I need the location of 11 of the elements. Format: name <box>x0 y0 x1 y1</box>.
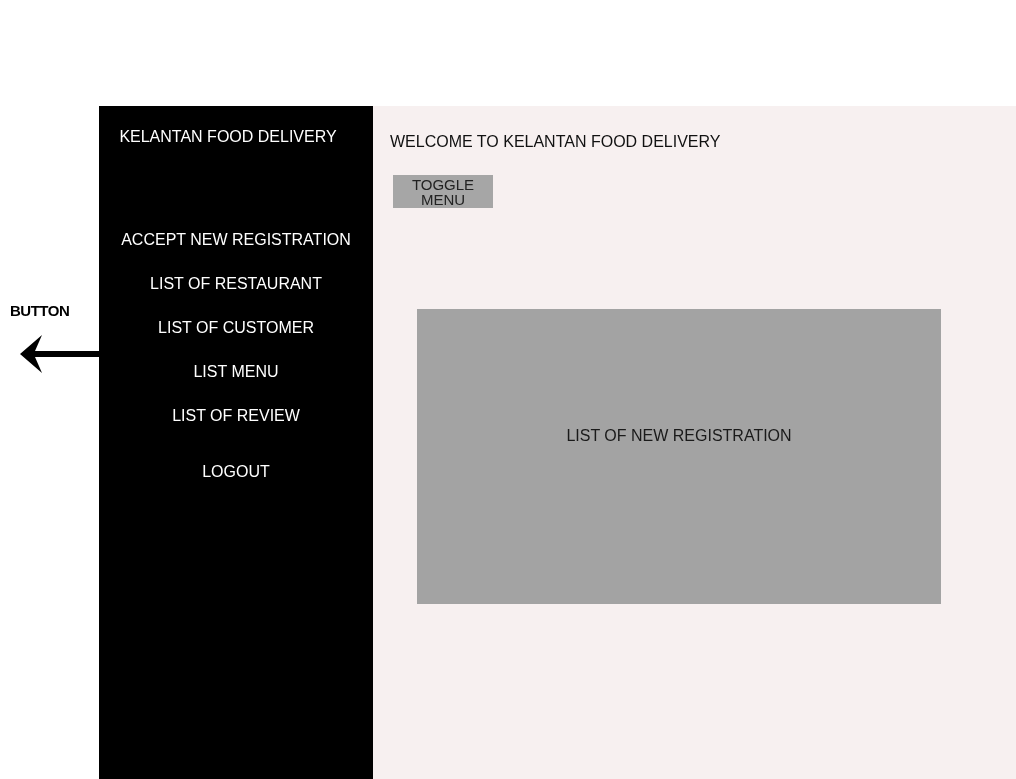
sidebar-link[interactable]: LIST OF RESTAURANT <box>150 274 322 294</box>
sidebar-link[interactable]: ACCEPT NEW REGISTRATION <box>121 230 351 250</box>
annotation-label: BUTTON <box>10 302 70 319</box>
welcome-text: WELCOME TO KELANTAN FOOD DELIVERY <box>390 133 722 151</box>
sidebar-link[interactable]: LOGOUT <box>202 462 270 482</box>
app-title: KELANTAN FOOD DELIVERY <box>119 128 337 146</box>
sidebar-link[interactable]: LIST OF CUSTOMER <box>158 318 314 338</box>
sidebar-link[interactable]: LIST OF REVIEW <box>172 406 300 426</box>
panel-label: LIST OF NEW REGISTRATION <box>566 427 792 445</box>
sidebar-link[interactable]: LIST MENU <box>193 362 279 382</box>
toggle-menu-button[interactable]: TOGGLE MENU <box>393 175 493 208</box>
